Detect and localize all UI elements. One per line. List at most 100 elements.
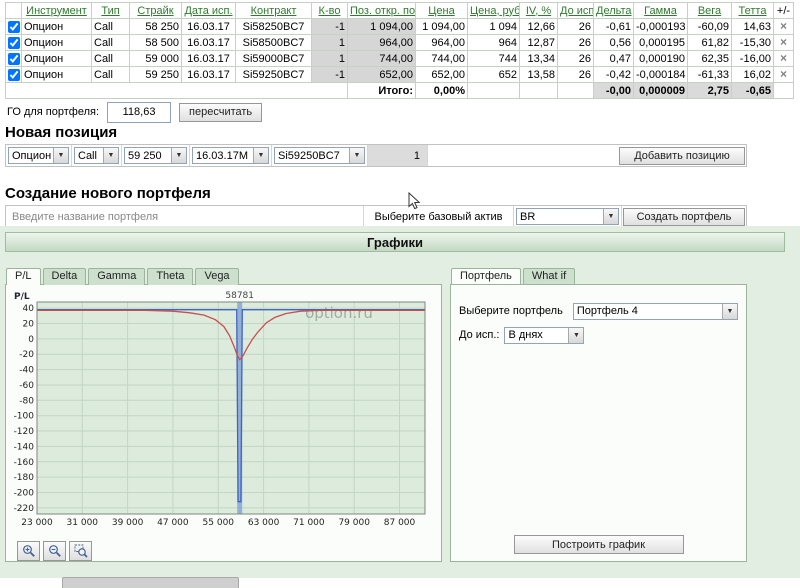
new-position-strip: Опцион ▼ Call ▼ 59 250 ▼ 16.03.17M <box>5 144 747 167</box>
contract-select[interactable]: Si59250BC7 ▼ <box>274 147 365 164</box>
cell-instrument: Опцион <box>22 35 92 51</box>
top-section: Инструмент Тип Страйк Дата исп. Контракт К-во… <box>0 0 800 228</box>
cell-delta: -0,42 <box>594 67 634 83</box>
row-checkbox[interactable] <box>8 53 20 65</box>
cell-instrument: Опцион <box>22 51 92 67</box>
column-header-link[interactable]: Тетта <box>739 5 767 17</box>
column-header-link[interactable]: Контракт <box>251 5 297 17</box>
cell-instrument: Опцион <box>22 67 92 83</box>
column-header-link[interactable]: До исп. <box>560 5 594 17</box>
column-header-link[interactable]: Тип <box>101 5 119 17</box>
cell-type: Call <box>92 35 130 51</box>
cell-contract: Si58500BC7 <box>236 35 312 51</box>
svg-text:-120: -120 <box>14 427 35 437</box>
cell-qty: -1 <box>312 19 348 35</box>
mouse-cursor <box>408 192 421 211</box>
tab-vega[interactable]: Vega <box>195 268 238 285</box>
plus-minus-header: +/- <box>774 3 794 19</box>
cell-days: 26 <box>558 19 594 35</box>
tab-what-if[interactable]: What if <box>523 268 575 285</box>
tab-pl[interactable]: P/L <box>6 268 41 285</box>
create-portfolio-button[interactable]: Создать портфель <box>623 208 745 226</box>
contract-select-value: Si59250BC7 <box>275 150 349 162</box>
expiry-date-select-value: 16.03.17M <box>193 150 253 162</box>
browser-status-bar <box>62 577 239 588</box>
cell-delta: 0,56 <box>594 35 634 51</box>
option-type-select[interactable]: Call ▼ <box>74 147 119 164</box>
column-header-link[interactable]: Цена <box>428 5 454 17</box>
svg-text:58781: 58781 <box>225 291 254 301</box>
instrument-select-value: Опцион <box>9 150 53 162</box>
cell-price_rub: 744 <box>468 51 520 67</box>
delete-position-icon[interactable]: × <box>780 35 787 49</box>
cell-price: 964,00 <box>416 35 468 51</box>
column-header-link[interactable]: IV, % <box>526 5 551 17</box>
svg-text:0: 0 <box>28 335 34 345</box>
magnifier-plus-icon <box>22 544 36 558</box>
cell-vega: -61,33 <box>688 67 732 83</box>
column-header-link[interactable]: Инструмент <box>26 5 87 17</box>
new-portfolio-strip: Выберите базовый актив BR ▼ Создать порт… <box>5 205 747 228</box>
strike-select[interactable]: 59 250 ▼ <box>124 147 187 164</box>
cell-gamma: -0,000184 <box>634 67 688 83</box>
column-header-link[interactable]: К-во <box>319 5 341 17</box>
position-row: ОпционCall59 00016.03.17Si59000BC71744,0… <box>6 51 794 67</box>
option-type-select-value: Call <box>75 150 103 162</box>
days-mode-select[interactable]: В днях ▼ <box>504 327 584 344</box>
cell-price_rub: 652 <box>468 67 520 83</box>
contract-cell: Si59250BC7 ▼ <box>272 145 368 166</box>
svg-text:79 000: 79 000 <box>338 518 370 528</box>
row-checkbox[interactable] <box>8 37 20 49</box>
column-header-link[interactable]: Страйк <box>137 5 173 17</box>
portfolio-name-cell <box>6 206 364 227</box>
totals-vega: 2,75 <box>688 83 732 99</box>
delete-position-icon[interactable]: × <box>780 67 787 81</box>
base-asset-select-value: BR <box>517 211 603 223</box>
cell-pos_open: 1 094,00 <box>348 19 416 35</box>
tab-theta[interactable]: Theta <box>147 268 193 285</box>
row-checkbox-cell <box>6 19 22 35</box>
cell-iv: 12,66 <box>520 19 558 35</box>
tab-portfolio[interactable]: Портфель <box>451 268 521 285</box>
cell-iv: 12,87 <box>520 35 558 51</box>
cell-gamma: 0,000190 <box>634 51 688 67</box>
portfolio-select-row: Выберите портфель Портфель 4 ▼ <box>459 301 738 321</box>
svg-text:P/L: P/L <box>14 292 30 302</box>
column-header-link[interactable]: Гамма <box>644 5 677 17</box>
tab-gamma[interactable]: Gamma <box>88 268 145 285</box>
cell-strike: 58 500 <box>130 35 182 51</box>
totals-delta: -0,00 <box>594 83 634 99</box>
zoom-reset-button[interactable] <box>69 541 92 561</box>
portfolio-name-input[interactable] <box>8 206 361 227</box>
instrument-select[interactable]: Опцион ▼ <box>8 147 69 164</box>
cell-contract: Si58250BC7 <box>236 19 312 35</box>
new-portfolio-title: Создание нового портфеля <box>5 185 800 202</box>
zoom-out-button[interactable] <box>43 541 66 561</box>
add-position-button[interactable]: Добавить позицию <box>619 147 745 165</box>
svg-text:-220: -220 <box>14 504 35 514</box>
column-header-link[interactable]: Цена, руб. <box>470 5 520 17</box>
margin-value-input[interactable] <box>107 102 171 123</box>
days-mode-row: До исп.: В днях ▼ <box>459 325 738 345</box>
row-checkbox[interactable] <box>8 69 20 81</box>
column-header-link[interactable]: Поз. откр. по <box>350 5 415 17</box>
zoom-in-button[interactable] <box>17 541 40 561</box>
portfolio-select[interactable]: Портфель 4 ▼ <box>573 303 738 320</box>
column-header-link[interactable]: Вега <box>698 5 721 17</box>
base-asset-select[interactable]: BR ▼ <box>516 208 619 225</box>
expiry-date-select[interactable]: 16.03.17M ▼ <box>192 147 269 164</box>
magnifier-minus-icon <box>48 544 62 558</box>
build-chart-button[interactable]: Построить график <box>514 535 684 554</box>
recalculate-button[interactable]: пересчитать <box>179 103 262 122</box>
svg-text:20: 20 <box>23 320 35 330</box>
delete-position-icon[interactable]: × <box>780 51 787 65</box>
row-checkbox[interactable] <box>8 21 20 33</box>
column-header-link[interactable]: Дата исп. <box>184 5 232 17</box>
quantity-input[interactable] <box>370 147 425 164</box>
totals-theta: -0,65 <box>732 83 774 99</box>
cell-type: Call <box>92 19 130 35</box>
cell-instrument: Опцион <box>22 19 92 35</box>
tab-delta[interactable]: Delta <box>43 268 87 285</box>
column-header-link[interactable]: Дельта <box>596 5 632 17</box>
delete-position-icon[interactable]: × <box>780 19 787 33</box>
